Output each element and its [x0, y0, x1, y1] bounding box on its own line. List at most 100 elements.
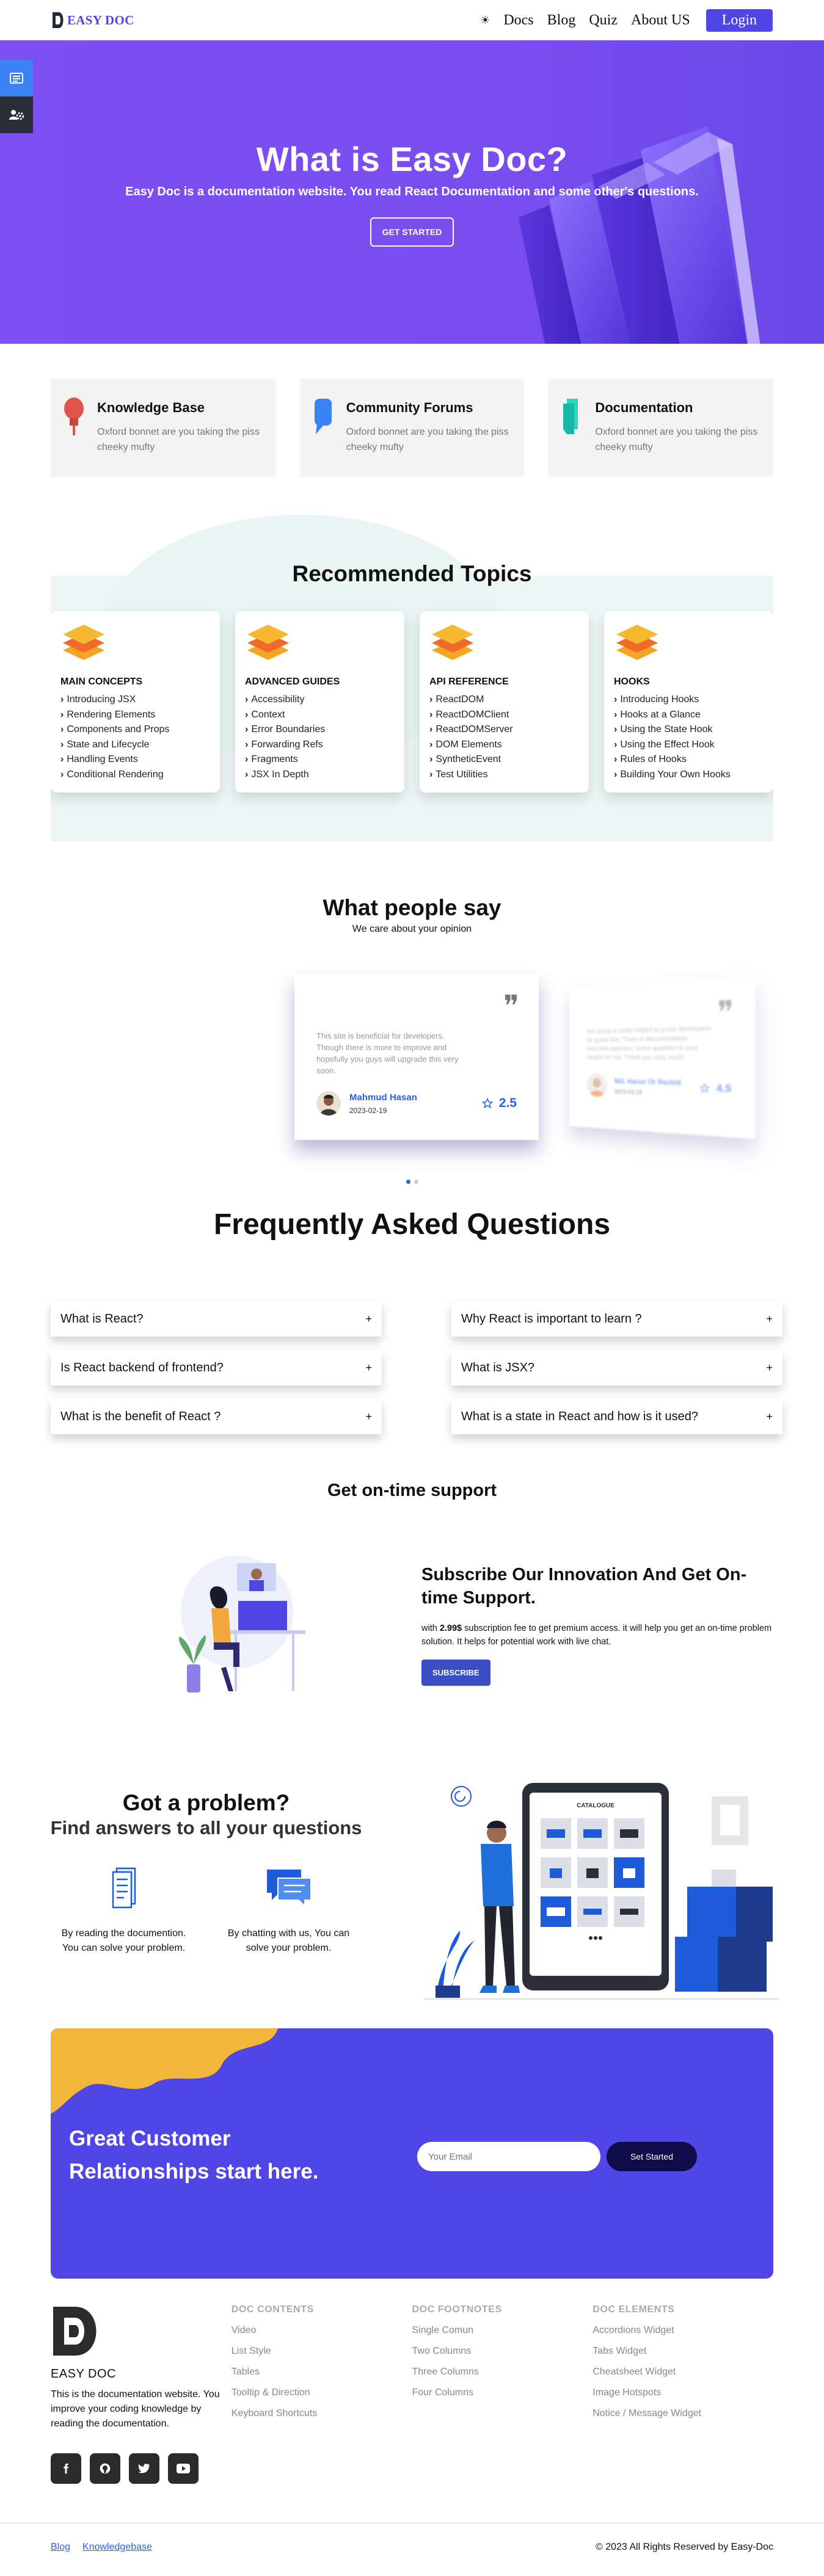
plus-icon: + [365, 1362, 372, 1374]
topic-link[interactable]: Using the Effect Hook [614, 738, 764, 753]
footer-link[interactable]: Tables [232, 2367, 412, 2378]
support-text-block: Subscribe Our Innovation And Get On-time… [421, 1545, 772, 1745]
side-tab-docs[interactable] [0, 60, 33, 96]
topic-card-api-reference[interactable]: API REFERENCE ReactDOM ReactDOMClient Re… [420, 611, 589, 793]
topic-link[interactable]: Introducing JSX [60, 692, 210, 708]
topic-link[interactable]: Fragments [245, 752, 395, 767]
topic-link[interactable]: Accessibility [245, 692, 395, 708]
topic-link[interactable]: Components and Props [60, 722, 210, 738]
topic-link[interactable]: Rules of Hooks [614, 752, 764, 767]
topic-link[interactable]: Test Utilities [429, 767, 579, 783]
topic-link[interactable]: DOM Elements [429, 738, 579, 753]
topic-link[interactable]: Context [245, 708, 395, 723]
login-button[interactable]: Login [706, 9, 773, 32]
support-text-pre: with [421, 1624, 440, 1633]
faq-item[interactable]: What is React? + [51, 1301, 382, 1337]
nav-link-quiz[interactable]: Quiz [589, 12, 618, 29]
subscribe-button[interactable]: SUBSCRIBE [421, 1660, 490, 1686]
github-icon[interactable] [90, 2453, 120, 2484]
twitter-icon[interactable] [129, 2453, 159, 2484]
footer-link[interactable]: Four Columns [412, 2387, 593, 2398]
footer-link[interactable]: Image Hotspots [592, 2387, 773, 2398]
footer-link[interactable]: Single Comun [412, 2325, 593, 2336]
topic-heading: API REFERENCE [429, 677, 579, 688]
testimonial-text: this portal is really helpful to junior … [587, 1024, 716, 1063]
footer-link[interactable]: Video [232, 2325, 412, 2336]
footer-column-doc-elements: DOC ELEMENTS Accordions Widget Tabs Widg… [592, 2304, 773, 2523]
carousel-dot-2[interactable] [414, 1180, 418, 1184]
testimonial-card[interactable]: ❞ this portal is really helpful to junio… [569, 976, 756, 1139]
faq-question: Is React backend of frontend? [60, 1361, 224, 1375]
footer-brand-name: EASY DOC [51, 2367, 232, 2381]
carousel-dot-1[interactable] [406, 1180, 410, 1184]
feature-card-forums[interactable]: Community Forums Oxford bonnet are you t… [300, 379, 525, 477]
topic-link[interactable]: Hooks at a Glance [614, 708, 764, 723]
users-gear-icon [9, 109, 24, 121]
footer-bottom-link-blog[interactable]: Blog [51, 2542, 70, 2553]
topic-link[interactable]: Introducing Hooks [614, 692, 764, 708]
site-logo[interactable]: EASY DOC [51, 11, 134, 29]
chat-icon [312, 396, 334, 437]
faq-item[interactable]: What is a state in React and how is it u… [451, 1399, 782, 1434]
testimonials-subtitle: We care about your opinion [0, 924, 824, 935]
topic-link[interactable]: Handling Events [60, 752, 210, 767]
topic-link[interactable]: ReactDOMServer [429, 722, 579, 738]
topic-link[interactable]: ReactDOM [429, 692, 579, 708]
footer-link[interactable]: List Style [232, 2346, 412, 2357]
nav-link-docs[interactable]: Docs [503, 12, 533, 29]
topic-link[interactable]: JSX In Depth [245, 767, 395, 783]
faq-item[interactable]: Is React backend of frontend? + [51, 1350, 382, 1385]
get-started-button[interactable]: GET STARTED [370, 217, 454, 247]
topic-link[interactable]: Conditional Rendering [60, 767, 210, 783]
faq-item[interactable]: What is JSX? + [451, 1350, 782, 1385]
topic-link[interactable]: Building Your Own Hooks [614, 767, 764, 783]
rating-value: 4.5 [716, 1082, 731, 1095]
youtube-icon[interactable] [168, 2453, 199, 2484]
feature-card-knowledge[interactable]: Knowledge Base Oxford bonnet are you tak… [51, 379, 275, 477]
footer-link[interactable]: Notice / Message Widget [592, 2408, 773, 2419]
faq-item[interactable]: What is the benefit of React ? + [51, 1399, 382, 1434]
topic-link[interactable]: Forwarding Refs [245, 738, 395, 753]
topic-link[interactable]: Using the State Hook [614, 722, 764, 738]
testimonial-rating: 4.5 [700, 1082, 732, 1096]
topic-link[interactable]: State and Lifecycle [60, 738, 210, 753]
layers-icon [614, 622, 660, 666]
feature-card-documentation[interactable]: Documentation Oxford bonnet are you taki… [549, 379, 773, 477]
faq-question: What is JSX? [461, 1361, 534, 1375]
faq-item[interactable]: Why React is important to learn ? + [451, 1301, 782, 1337]
footer-link[interactable]: Two Columns [412, 2346, 593, 2357]
footer-link[interactable]: Three Columns [412, 2367, 593, 2378]
support-title: Get on-time support [0, 1481, 824, 1501]
testimonial-text: This site is beneficial for developers. … [316, 1030, 469, 1076]
footer-link[interactable]: Tabs Widget [592, 2346, 773, 2357]
topic-card-main-concepts[interactable]: MAIN CONCEPTS Introducing JSX Rendering … [51, 611, 220, 793]
nav-link-about[interactable]: About US [631, 12, 690, 29]
topic-link[interactable]: ReactDOMClient [429, 708, 579, 723]
topic-card-hooks[interactable]: HOOKS Introducing Hooks Hooks at a Glanc… [604, 611, 773, 793]
topic-link[interactable]: Rendering Elements [60, 708, 210, 723]
footer-link[interactable]: Accordions Widget [592, 2325, 773, 2336]
testimonial-card[interactable]: ❞ This site is beneficial for developers… [294, 974, 539, 1140]
footer-link[interactable]: Tooltip & Direction [232, 2387, 412, 2398]
social-links [51, 2453, 232, 2484]
email-input[interactable] [417, 2142, 600, 2171]
topic-link[interactable]: SyntheticEvent [429, 752, 579, 767]
theme-toggle-sun-icon[interactable]: ☀ [480, 14, 490, 27]
support-price: 2.99$ [440, 1624, 462, 1633]
topic-card-advanced-guides[interactable]: ADVANCED GUIDES Accessibility Context Er… [235, 611, 404, 793]
side-tab-settings[interactable] [0, 96, 33, 133]
facebook-icon[interactable] [51, 2453, 81, 2484]
footer-link[interactable]: Keyboard Shortcuts [232, 2408, 412, 2419]
set-started-button[interactable]: Set Started [607, 2142, 697, 2171]
layers-icon [245, 622, 291, 666]
faq-question: What is the benefit of React ? [60, 1410, 221, 1424]
feature-text: Oxford bonnet are you taking the piss ch… [346, 424, 512, 455]
star-icon [482, 1098, 493, 1109]
topic-link[interactable]: Error Boundaries [245, 722, 395, 738]
footer-link[interactable]: Cheatsheet Widget [592, 2367, 773, 2378]
plus-icon: + [766, 1313, 773, 1326]
plus-icon: + [766, 1410, 773, 1423]
footer-bottom-link-knowledgebase[interactable]: Knowledgebase [82, 2542, 152, 2553]
logo-icon [51, 2304, 102, 2358]
nav-link-blog[interactable]: Blog [547, 12, 576, 29]
